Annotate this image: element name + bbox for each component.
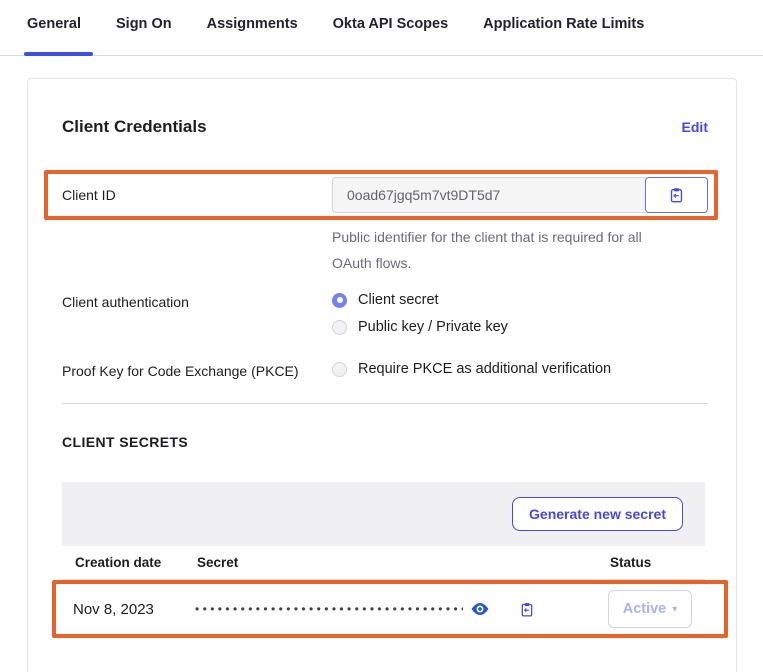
secret-cell: •••••••••••••••••••••••••••••••••••••••• [195, 601, 608, 618]
chevron-down-icon: ▾ [672, 604, 677, 615]
secret-row-highlight-box: Nov 8, 2023 ••••••••••••••••••••••••••••… [52, 580, 728, 638]
tab-sign-on[interactable]: Sign On [116, 16, 172, 55]
pkce-row: Proof Key for Code Exchange (PKCE) Requi… [62, 361, 708, 379]
status-dropdown-button[interactable]: Active ▾ [608, 590, 692, 628]
generate-new-secret-button[interactable]: Generate new secret [512, 497, 683, 531]
clipboard-copy-icon [668, 186, 685, 204]
header-secret: Secret [197, 555, 610, 570]
client-id-highlight-box: Client ID [44, 170, 718, 220]
copy-secret-button[interactable] [519, 601, 535, 618]
client-id-helper-row: Public identifier for the client that is… [62, 224, 708, 276]
client-id-field-group [332, 177, 708, 213]
card-header: Client Credentials Edit [62, 79, 708, 137]
app-tab-bar: General Sign On Assignments Okta API Sco… [0, 0, 763, 56]
masked-secret-value: •••••••••••••••••••••••••••••••••••••••• [195, 602, 463, 616]
client-authentication-row: Client authentication Client secret Publ… [62, 292, 708, 335]
checkbox-unchecked-icon[interactable] [332, 362, 347, 377]
secret-table-row: Nov 8, 2023 ••••••••••••••••••••••••••••… [56, 584, 724, 634]
client-id-input[interactable] [332, 177, 646, 213]
secret-creation-date: Nov 8, 2023 [73, 601, 195, 618]
radio-client-secret-label: Client secret [358, 292, 439, 308]
radio-unselected-icon[interactable] [332, 320, 347, 335]
radio-public-private-key-label: Public key / Private key [358, 319, 508, 335]
header-creation-date: Creation date [75, 555, 197, 570]
client-id-copy-button[interactable] [645, 177, 708, 213]
status-badge: Active [623, 601, 667, 617]
pkce-option-label: Require PKCE as additional verification [358, 361, 611, 377]
eye-icon [471, 602, 489, 616]
secrets-table-header: Creation date Secret Status [62, 546, 705, 580]
client-secrets-table: Generate new secret Creation date Secret… [62, 482, 705, 638]
secrets-table-toolbar: Generate new secret [62, 482, 705, 546]
client-id-label: Client ID [62, 187, 332, 203]
tab-assignments[interactable]: Assignments [207, 16, 298, 55]
header-status: Status [610, 555, 705, 570]
clipboard-copy-icon [519, 601, 535, 618]
client-authentication-label: Client authentication [62, 292, 332, 310]
status-cell: Active ▾ [608, 590, 724, 628]
tab-okta-api-scopes[interactable]: Okta API Scopes [333, 16, 449, 55]
radio-public-private-key[interactable]: Public key / Private key [332, 319, 508, 335]
reveal-secret-button[interactable] [471, 602, 489, 616]
edit-link[interactable]: Edit [682, 119, 708, 135]
section-title-client-credentials: Client Credentials [62, 117, 207, 137]
client-id-helper-text: Public identifier for the client that is… [332, 224, 662, 276]
pkce-checkbox-option[interactable]: Require PKCE as additional verification [332, 361, 611, 377]
tab-application-rate-limits[interactable]: Application Rate Limits [483, 16, 644, 55]
client-authentication-options: Client secret Public key / Private key [332, 292, 508, 335]
tab-general[interactable]: General [27, 16, 81, 55]
client-credentials-card: Client Credentials Edit Client ID Public… [27, 78, 737, 672]
section-divider [62, 403, 708, 404]
label-spacer [62, 224, 332, 226]
radio-selected-icon[interactable] [332, 293, 347, 308]
radio-client-secret[interactable]: Client secret [332, 292, 508, 308]
pkce-label: Proof Key for Code Exchange (PKCE) [62, 361, 332, 379]
client-secrets-title: CLIENT SECRETS [62, 434, 708, 450]
